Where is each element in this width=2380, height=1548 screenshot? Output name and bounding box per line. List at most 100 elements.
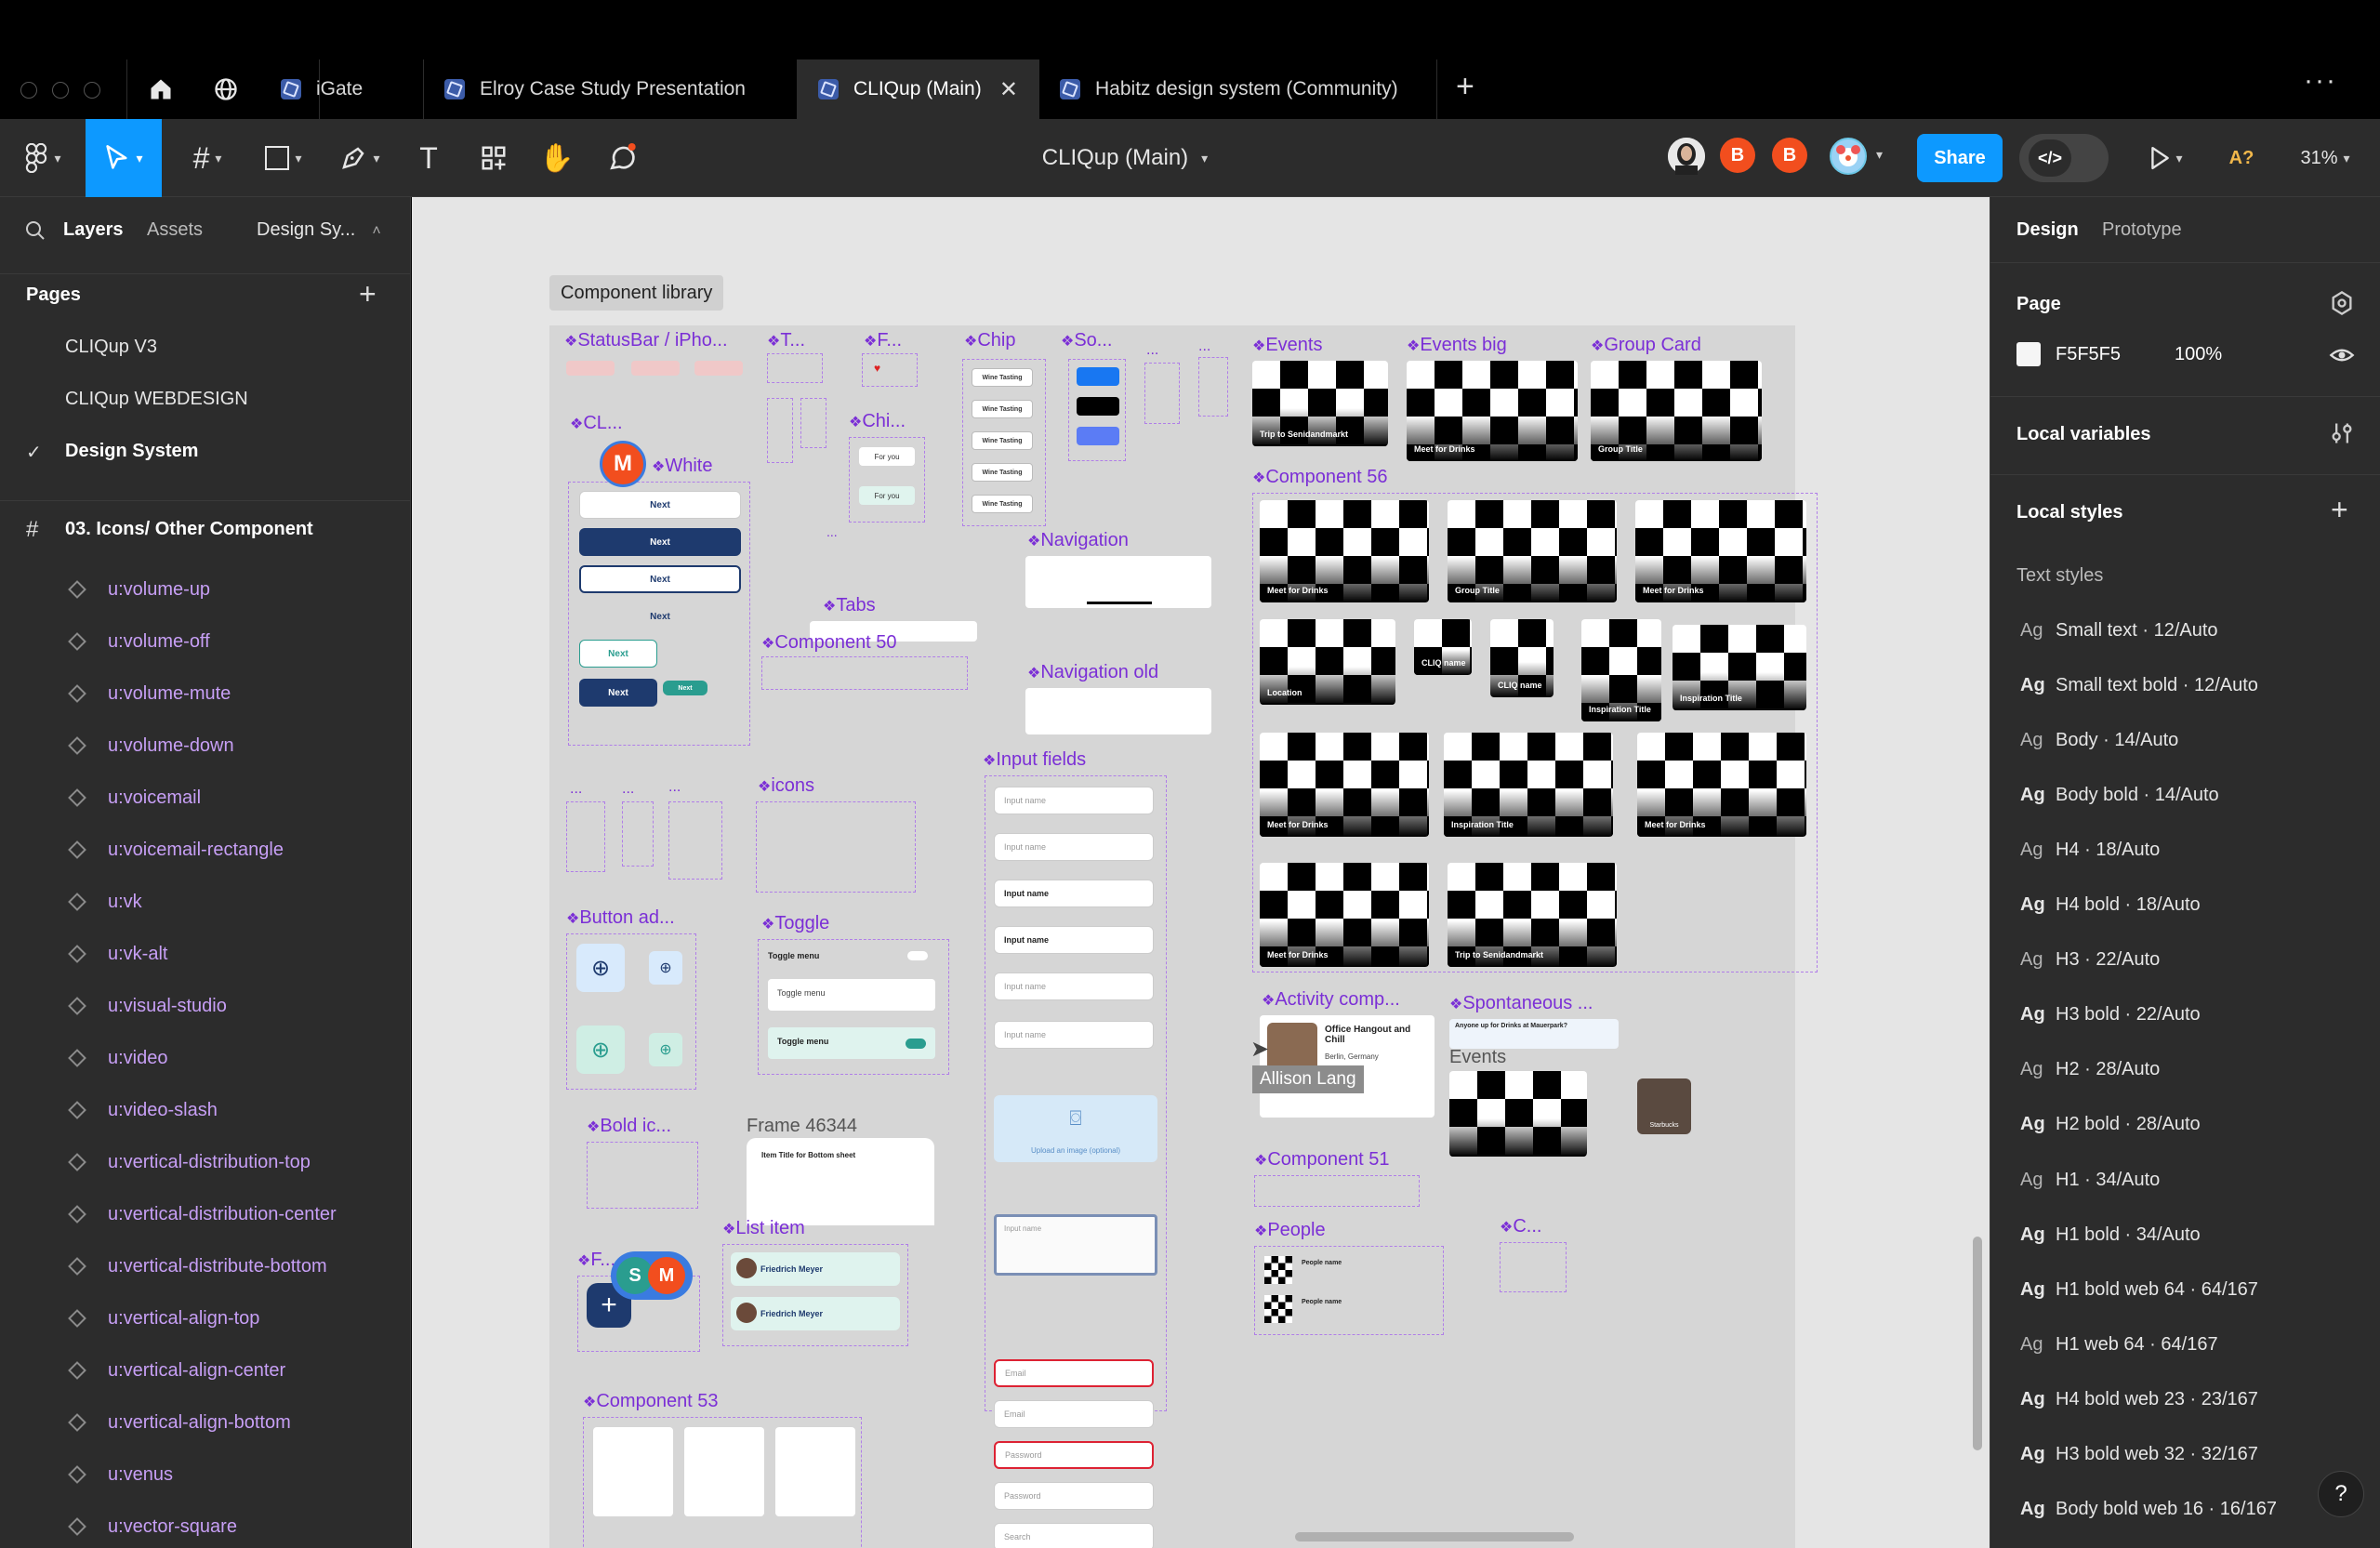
horizontal-scrollbar[interactable]: [1295, 1532, 1574, 1541]
zoom-in-green-button[interactable]: ⊕: [576, 1025, 625, 1074]
group-avatar-card[interactable]: [593, 1427, 673, 1516]
text-style-item[interactable]: Ag H4 bold web 23 · 23/167: [2020, 1381, 2373, 1418]
frame-label[interactable]: Component library: [549, 275, 724, 311]
layer-item[interactable]: u:vertical-distribution-top: [0, 1136, 410, 1188]
input-field[interactable]: Input name: [994, 833, 1154, 861]
input-field[interactable]: Input name: [994, 926, 1154, 954]
button-next-small-primary[interactable]: Next: [579, 679, 657, 707]
collaborator-avatar-clown[interactable]: [1830, 138, 1867, 175]
page-opacity-value[interactable]: 100%: [2175, 344, 2222, 365]
shape-tool-button[interactable]: ▾: [253, 119, 314, 197]
pen-tool-button[interactable]: ▾: [329, 119, 390, 197]
variables-sliders-icon[interactable]: [2329, 420, 2355, 446]
minimize-window-dot[interactable]: [52, 82, 69, 99]
zoom-in-button[interactable]: ⊕: [576, 944, 625, 992]
chevron-down-icon[interactable]: ▾: [1876, 147, 1883, 163]
input-field[interactable]: Input name: [994, 972, 1154, 1000]
ai-assist-button[interactable]: A?: [2218, 119, 2265, 197]
label-statusbar[interactable]: StatusBar / iPho...: [564, 330, 727, 351]
chip-item[interactable]: Wine Tasting: [972, 431, 1033, 450]
zoom-in-small-button[interactable]: ⊕: [649, 951, 682, 985]
text-style-item[interactable]: Ag H3 bold web 32 · 32/167: [2020, 1436, 2373, 1474]
label-tabs[interactable]: Tabs: [806, 595, 875, 616]
layer-item[interactable]: u:vertical-align-center: [0, 1344, 410, 1396]
event-card[interactable]: [1449, 1071, 1587, 1157]
design-system-pages-toggle[interactable]: Design Sy... ˄: [257, 219, 381, 241]
button-next-small[interactable]: Next: [579, 640, 657, 668]
layer-item[interactable]: u:volume-off: [0, 615, 410, 668]
components-tool-icon[interactable]: [470, 119, 517, 197]
label-people[interactable]: People: [1254, 1220, 1325, 1241]
zoom-menu[interactable]: 31% ▾: [2283, 119, 2367, 197]
tab-elroy-case-study[interactable]: Elroy Case Study Presentation: [424, 60, 798, 119]
button-next-white[interactable]: Next: [579, 491, 741, 519]
button-next-tiny[interactable]: Next: [663, 681, 707, 695]
canvas[interactable]: Component library StatusBar / iPho... T.…: [412, 197, 1990, 1548]
bottom-sheet-preview[interactable]: Item Title for Bottom sheet: [747, 1138, 934, 1225]
frame-tool-button[interactable]: # ▾: [177, 119, 238, 197]
eye-icon[interactable]: [2329, 342, 2355, 368]
input-field[interactable]: Input name: [994, 1021, 1154, 1049]
input-field[interactable]: Email: [994, 1400, 1154, 1428]
button-next-text[interactable]: Next: [579, 602, 741, 630]
add-style-icon[interactable]: +: [2331, 493, 2348, 527]
label-group-card[interactable]: Group Card: [1591, 335, 1701, 356]
label-dots[interactable]: ...: [826, 524, 838, 539]
tab-layers[interactable]: Layers: [63, 219, 124, 241]
layer-item[interactable]: u:vk: [0, 876, 410, 928]
collaborator-avatar-b2[interactable]: B: [1772, 138, 1807, 173]
text-style-item[interactable]: Ag H2 · 28/Auto: [2020, 1052, 2373, 1089]
label-events-big[interactable]: Events big: [1407, 335, 1506, 356]
search-icon[interactable]: [24, 219, 46, 242]
label-list-item[interactable]: List item: [722, 1218, 804, 1239]
text-style-item[interactable]: Ag H4 bold · 18/Auto: [2020, 887, 2373, 924]
input-field[interactable]: Search: [994, 1523, 1154, 1548]
text-style-item[interactable]: Ag H1 bold web 64 · 64/167: [2020, 1271, 2373, 1308]
page-item-cliqup-v3[interactable]: CLIQup V3: [65, 337, 157, 358]
label-navigation[interactable]: Navigation: [1027, 530, 1129, 551]
label-so[interactable]: So...: [1061, 330, 1112, 351]
label-t[interactable]: T...: [767, 330, 805, 351]
help-button[interactable]: ?: [2318, 1471, 2364, 1517]
toggle-row[interactable]: Toggle menu: [768, 979, 935, 1011]
tab-assets[interactable]: Assets: [147, 219, 203, 241]
layer-item[interactable]: u:vertical-align-top: [0, 1292, 410, 1344]
chip-item[interactable]: Wine Tasting: [972, 463, 1033, 482]
move-tool-button[interactable]: ▾: [86, 119, 162, 197]
label-navigation-old[interactable]: Navigation old: [1027, 662, 1158, 683]
tab-igate[interactable]: iGate: [260, 60, 424, 119]
globe-icon[interactable]: [213, 76, 239, 102]
spontaneous-card[interactable]: Anyone up for Drinks at Mauerpark?: [1449, 1019, 1619, 1049]
text-style-item[interactable]: Ag H1 · 34/Auto: [2020, 1161, 2373, 1198]
starbucks-card[interactable]: Starbucks: [1637, 1078, 1691, 1134]
layer-item[interactable]: u:video-slash: [0, 1084, 410, 1136]
text-style-item[interactable]: Ag Small text bold · 12/Auto: [2020, 667, 2373, 704]
add-page-icon[interactable]: +: [359, 277, 377, 311]
layer-item[interactable]: u:vector-square: [0, 1501, 410, 1548]
text-style-item[interactable]: Ag H3 bold · 22/Auto: [2020, 997, 2373, 1034]
close-tab-icon[interactable]: ✕: [999, 76, 1018, 103]
input-field[interactable]: Input name: [994, 880, 1154, 907]
tab-prototype[interactable]: Prototype: [2102, 219, 2182, 241]
tab-habitz-design-system[interactable]: Habitz design system (Community): [1039, 60, 1437, 119]
page-color-swatch[interactable]: [2016, 342, 2041, 366]
input-field[interactable]: Email: [994, 1359, 1154, 1387]
label-events-small[interactable]: Events: [1449, 1047, 1506, 1068]
input-field[interactable]: Password: [994, 1441, 1154, 1469]
page-item-design-system[interactable]: Design System: [65, 441, 198, 462]
label-component-56[interactable]: Component 56: [1252, 467, 1387, 488]
tab-cliqup-main[interactable]: CLIQup (Main) ✕: [798, 60, 1039, 119]
dev-mode-toggle[interactable]: </>: [2019, 134, 2109, 182]
local-variables-title[interactable]: Local variables: [2016, 424, 2151, 445]
comment-tool-icon[interactable]: [599, 119, 645, 197]
button-next-outline[interactable]: Next: [579, 565, 741, 593]
group-avatar-card[interactable]: [684, 1427, 764, 1516]
collaborator-avatar-photo[interactable]: [1668, 138, 1705, 175]
text-style-item[interactable]: Ag Body bold · 14/Auto: [2020, 776, 2373, 814]
label-c[interactable]: C...: [1500, 1216, 1541, 1237]
file-title-menu[interactable]: CLIQup (Main) ▾: [1013, 119, 1236, 197]
text-style-item[interactable]: Ag H3 · 22/Auto: [2020, 942, 2373, 979]
chip-item[interactable]: Wine Tasting: [972, 368, 1033, 387]
text-style-item[interactable]: Ag H4 · 18/Auto: [2020, 831, 2373, 868]
label-dots[interactable]: ...: [1146, 342, 1158, 359]
